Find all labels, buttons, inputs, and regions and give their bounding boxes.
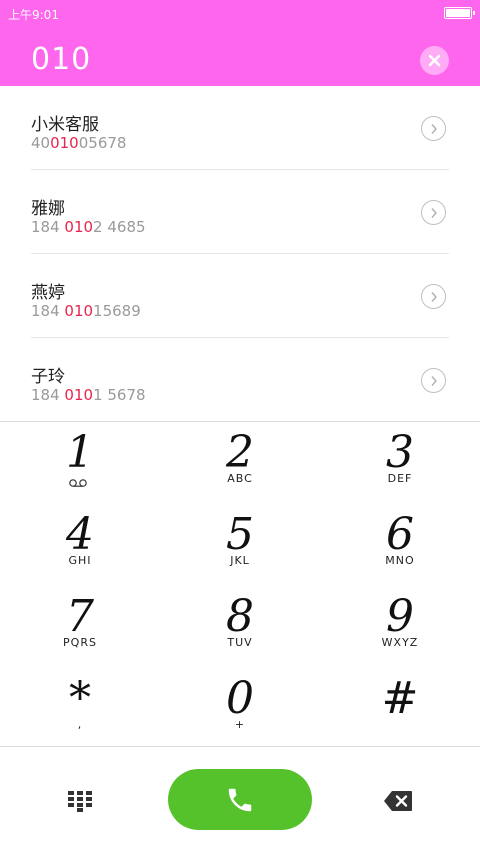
key-digit: 5 (226, 509, 254, 560)
contact-detail-button[interactable] (421, 284, 446, 309)
contact-row[interactable]: 燕婷 184 01015689 (31, 254, 449, 338)
dial-keypad: 1 2 ABC 3 DEF 4 GHI 5 JKL 6 MNO 7 PQRS 8… (0, 421, 480, 746)
key-letters: PQRS (63, 636, 97, 649)
key-letters: + (234, 718, 246, 731)
contact-row[interactable]: 雅娜 184 0102 4685 (31, 170, 449, 254)
contact-number: 4001005678 (31, 134, 127, 152)
chevron-right-icon (430, 207, 437, 218)
key-7[interactable]: 7 PQRS (0, 586, 160, 668)
contact-number: 184 0101 5678 (31, 386, 146, 404)
number-match-highlight: 010 (50, 134, 79, 152)
key-letters: GHI (68, 554, 92, 567)
key-star[interactable]: * , (0, 668, 160, 747)
key-4[interactable]: 4 GHI (0, 504, 160, 586)
key-letters: JKL (230, 554, 250, 567)
number-match-highlight: 010 (64, 386, 94, 404)
contact-row[interactable]: 子玲 184 0101 5678 (31, 338, 449, 422)
battery-icon (444, 7, 475, 19)
contact-name: 燕婷 (31, 283, 65, 303)
contact-name: 小米客服 (31, 115, 99, 135)
dialed-number-display[interactable]: 010 (31, 42, 91, 77)
status-time: 上午9:01 (8, 8, 59, 22)
key-digit: 3 (386, 427, 414, 478)
key-digit: 0 (226, 673, 254, 724)
key-letters: ABC (227, 472, 253, 485)
number-match-highlight: 010 (64, 218, 94, 236)
number-match-highlight: 010 (64, 302, 94, 320)
contact-number: 184 0102 4685 (31, 218, 146, 236)
dialer-action-bar (0, 746, 480, 853)
key-digit: 6 (386, 509, 414, 560)
voicemail-icon (69, 479, 87, 487)
contact-detail-button[interactable] (421, 200, 446, 225)
battery-level (446, 9, 470, 17)
dialer-header: 上午9:01 010 (0, 0, 480, 86)
clear-input-button[interactable] (420, 46, 449, 75)
key-letters: WXYZ (381, 636, 419, 649)
backspace-icon[interactable] (383, 790, 413, 812)
key-1[interactable]: 1 (0, 422, 160, 504)
key-digit: 4 (66, 509, 94, 560)
key-digit: # (381, 673, 419, 724)
key-6[interactable]: 6 MNO (320, 504, 480, 586)
contact-name: 子玲 (31, 367, 65, 387)
key-0[interactable]: 0 + (160, 668, 320, 747)
key-digit: 2 (226, 427, 254, 478)
key-3[interactable]: 3 DEF (320, 422, 480, 504)
key-digit: 7 (66, 591, 94, 642)
key-9[interactable]: 9 WXYZ (320, 586, 480, 668)
key-digit: 9 (386, 591, 414, 642)
contact-detail-button[interactable] (421, 116, 446, 141)
phone-icon (228, 788, 252, 811)
key-digit: 1 (66, 427, 94, 478)
key-digit: * (69, 673, 91, 724)
key-letters: DEF (387, 472, 413, 485)
key-digit: 8 (226, 591, 254, 642)
contact-name: 雅娜 (31, 199, 65, 219)
dialpad-icon[interactable] (67, 790, 93, 812)
call-button[interactable] (168, 769, 312, 830)
key-letters: MNO (385, 554, 415, 567)
contact-row[interactable]: 小米客服 4001005678 (31, 86, 449, 170)
chevron-right-icon (430, 291, 437, 302)
chevron-right-icon (430, 375, 437, 386)
contact-detail-button[interactable] (421, 368, 446, 393)
key-letters: TUV (227, 636, 253, 649)
key-hash[interactable]: # (320, 668, 480, 747)
key-5[interactable]: 5 JKL (160, 504, 320, 586)
chevron-right-icon (430, 123, 437, 134)
key-8[interactable]: 8 TUV (160, 586, 320, 668)
key-2[interactable]: 2 ABC (160, 422, 320, 504)
contact-number: 184 01015689 (31, 302, 141, 320)
contact-results-list: 小米客服 4001005678 雅娜 184 0102 4685 燕婷 184 … (0, 86, 480, 422)
close-icon (428, 54, 441, 67)
key-letters: , (77, 718, 83, 731)
